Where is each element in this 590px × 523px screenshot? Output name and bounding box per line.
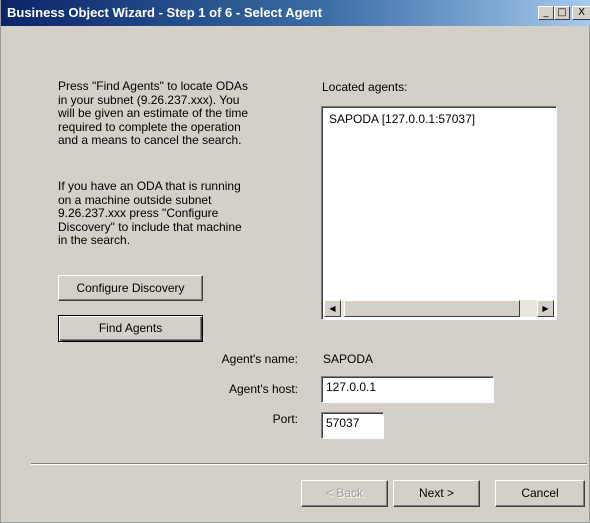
instruction-line: will be given an estimate of the time xyxy=(58,106,249,121)
instruction-line: If you have an ODA that is running xyxy=(58,179,241,193)
scroll-right-arrow-icon[interactable]: ▶ xyxy=(537,300,554,317)
instruction-line: in the search. xyxy=(58,233,131,248)
agent-name-label: Agent's name: xyxy=(221,352,298,366)
agent-host-field[interactable]: 127.0.0.1 xyxy=(321,376,494,403)
configure-discovery-button[interactable]: Configure Discovery xyxy=(58,275,203,301)
instruction-line: and a means to cancel the search. xyxy=(58,133,242,148)
instruction-line: in your subnet (9.26.237.xxx). You xyxy=(58,92,240,107)
located-agents-label: Located agents: xyxy=(322,80,408,94)
instruction-line: Discovery" to include that machine xyxy=(58,219,242,234)
horizontal-scrollbar[interactable]: ◀ ▶ xyxy=(324,300,554,317)
separator xyxy=(31,463,587,465)
instruction-line: on a machine outside subnet xyxy=(58,192,212,207)
window-title: Business Object Wizard - Step 1 of 6 - S… xyxy=(7,5,323,20)
wizard-window: Business Object Wizard - Step 1 of 6 - S… xyxy=(0,0,590,523)
maximize-button[interactable]: □ xyxy=(554,6,570,20)
agent-host-label: Agent's host: xyxy=(229,382,298,396)
located-agents-list[interactable]: SAPODA [127.0.0.1:57037] ◀ ▶ xyxy=(321,106,557,320)
instruction-line: required to complete the operation xyxy=(58,119,241,134)
close-button[interactable]: X xyxy=(572,6,590,20)
list-item[interactable]: SAPODA [127.0.0.1:57037] xyxy=(329,112,475,126)
instruction-line: Press "Find Agents" to locate ODAs xyxy=(58,79,248,93)
scroll-left-arrow-icon[interactable]: ◀ xyxy=(324,300,341,317)
agent-name-value: SAPODA xyxy=(323,352,374,366)
title-bar[interactable]: Business Object Wizard - Step 1 of 6 - S… xyxy=(1,0,590,26)
instructions-paragraph-1: Press "Find Agents" to locate ODAs in yo… xyxy=(58,79,283,148)
port-label: Port: xyxy=(272,412,298,426)
port-field[interactable]: 57037 xyxy=(321,412,384,439)
find-agents-button[interactable]: Find Agents xyxy=(58,315,203,342)
minimize-button[interactable]: _ xyxy=(538,6,554,20)
back-button[interactable]: < Back xyxy=(301,480,388,507)
next-button[interactable]: Next > xyxy=(393,480,480,507)
instructions-paragraph-2: If you have an ODA that is running on a … xyxy=(58,179,283,248)
cancel-button[interactable]: Cancel xyxy=(495,480,585,507)
scroll-thumb[interactable] xyxy=(344,300,520,317)
instruction-line: 9.26.237.xxx press "Configure xyxy=(58,206,219,221)
